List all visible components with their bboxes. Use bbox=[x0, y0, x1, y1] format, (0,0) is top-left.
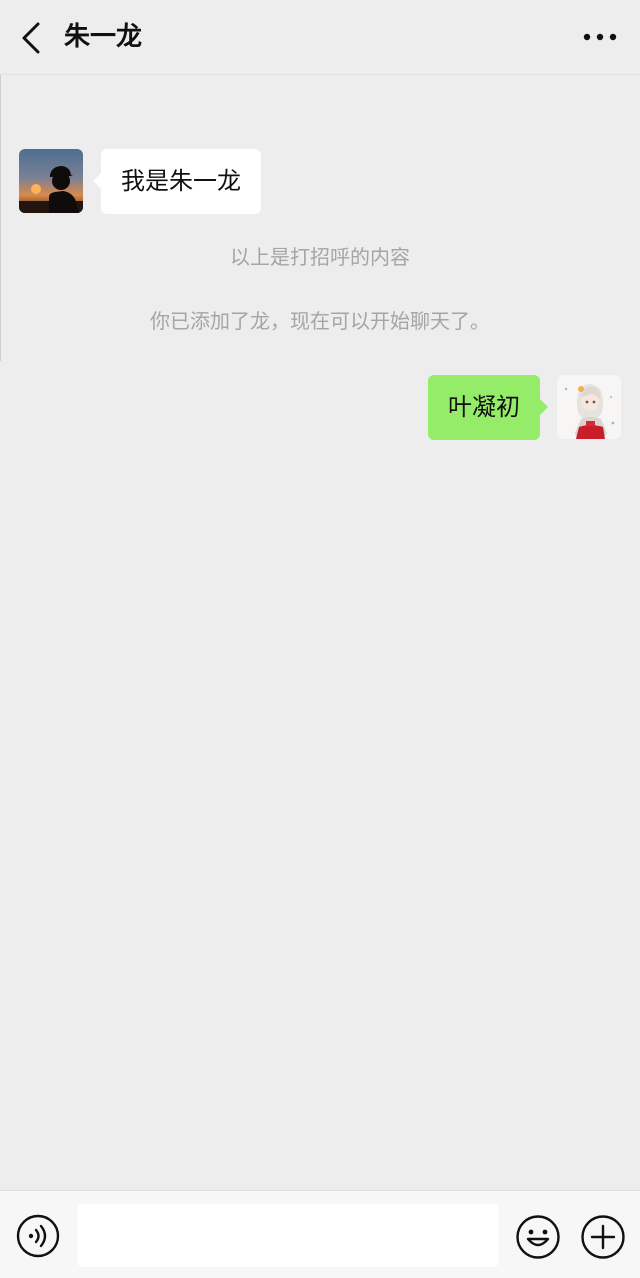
contact-avatar[interactable] bbox=[19, 149, 83, 213]
emoji-icon bbox=[516, 1215, 560, 1259]
input-bar bbox=[0, 1190, 640, 1278]
voice-icon bbox=[16, 1214, 60, 1258]
message-input[interactable] bbox=[77, 1204, 499, 1267]
emoji-button[interactable] bbox=[515, 1214, 561, 1260]
message-bubble-received[interactable]: 我是朱一龙 bbox=[93, 149, 261, 214]
more-dots-icon bbox=[583, 33, 617, 41]
sunset-silhouette-avatar bbox=[19, 149, 83, 213]
voice-button[interactable] bbox=[16, 1214, 60, 1258]
system-message: 以上是打招呼的内容 bbox=[230, 245, 410, 269]
anime-girl-avatar bbox=[557, 375, 621, 439]
self-avatar[interactable] bbox=[557, 375, 621, 439]
chat-title: 朱一龙 bbox=[64, 22, 143, 52]
chat-header: 朱一龙 bbox=[0, 0, 640, 75]
plus-icon bbox=[581, 1215, 625, 1259]
more-button[interactable] bbox=[582, 22, 618, 52]
back-button[interactable] bbox=[14, 18, 50, 58]
message-bubble-sent[interactable]: 叶凝初 bbox=[428, 375, 548, 440]
chevron-left-icon bbox=[22, 22, 40, 54]
system-message: 你已添加了龙，现在可以开始聊天了。 bbox=[150, 309, 490, 333]
more-functions-button[interactable] bbox=[580, 1214, 626, 1260]
